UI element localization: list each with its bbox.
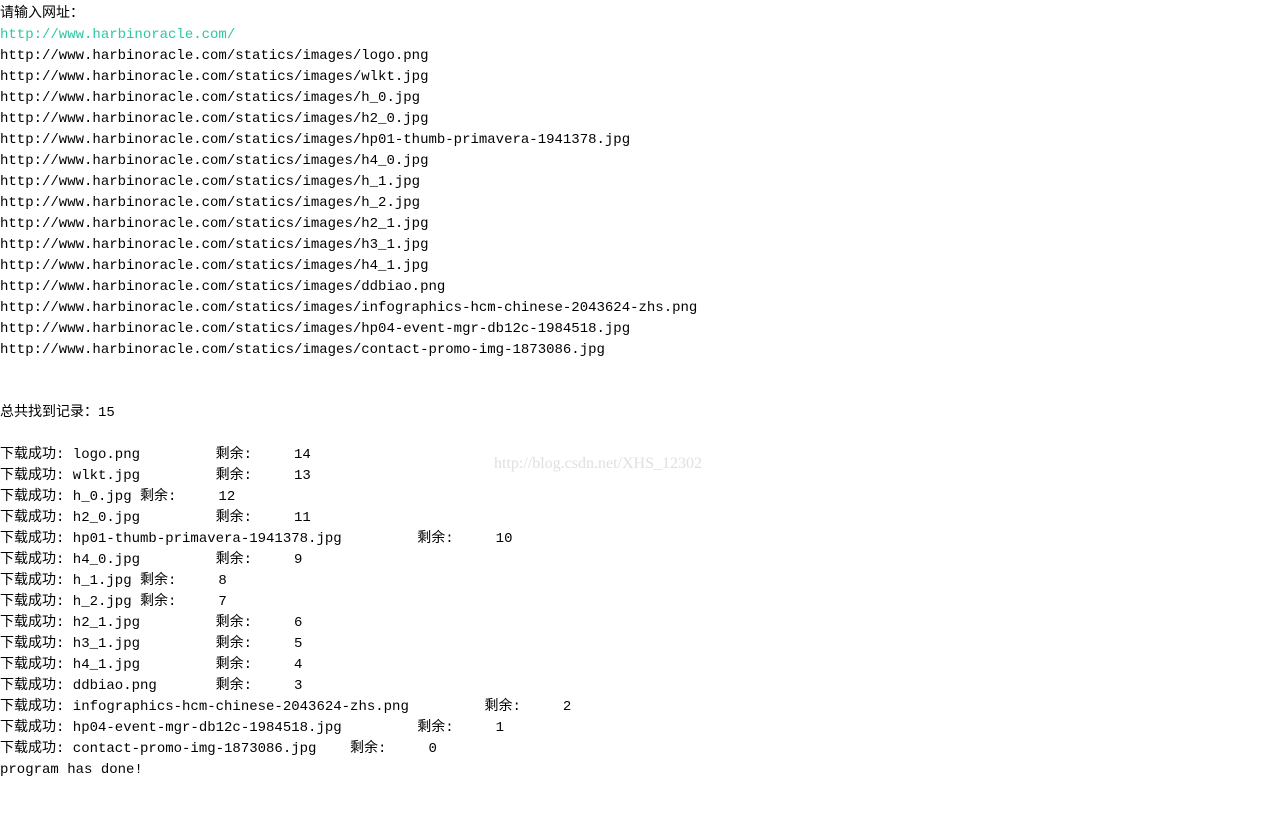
download-status-line: 下载成功: h_2.jpg 剩余: 7 [0, 592, 1263, 613]
download-status-line: 下载成功: h_1.jpg 剩余: 8 [0, 571, 1263, 592]
found-url: http://www.harbinoracle.com/statics/imag… [0, 88, 1263, 109]
total-label: 总共找到记录： [0, 405, 98, 421]
total-records: 总共找到记录：15 [0, 403, 1263, 424]
found-url: http://www.harbinoracle.com/statics/imag… [0, 214, 1263, 235]
found-url: http://www.harbinoracle.com/statics/imag… [0, 172, 1263, 193]
found-url: http://www.harbinoracle.com/statics/imag… [0, 130, 1263, 151]
found-url: http://www.harbinoracle.com/statics/imag… [0, 340, 1263, 361]
found-url: http://www.harbinoracle.com/statics/imag… [0, 277, 1263, 298]
download-status-line: 下载成功: h2_1.jpg 剩余: 6 [0, 613, 1263, 634]
download-status-line: 下载成功: hp01-thumb-primavera-1941378.jpg 剩… [0, 529, 1263, 550]
found-url: http://www.harbinoracle.com/statics/imag… [0, 298, 1263, 319]
download-status-line: 下载成功: wlkt.jpg 剩余: 13 [0, 466, 1263, 487]
download-status-line: 下载成功: contact-promo-img-1873086.jpg 剩余: … [0, 739, 1263, 760]
found-url: http://www.harbinoracle.com/statics/imag… [0, 235, 1263, 256]
download-status-line: 下载成功: hp04-event-mgr-db12c-1984518.jpg 剩… [0, 718, 1263, 739]
entered-url: http://www.harbinoracle.com/ [0, 25, 1263, 46]
download-status-line: 下载成功: h2_0.jpg 剩余: 11 [0, 508, 1263, 529]
download-status-line: 下载成功: ddbiao.png 剩余: 3 [0, 676, 1263, 697]
download-status-line: 下载成功: h_0.jpg 剩余: 12 [0, 487, 1263, 508]
download-status-line: 下载成功: h4_0.jpg 剩余: 9 [0, 550, 1263, 571]
found-url: http://www.harbinoracle.com/statics/imag… [0, 109, 1263, 130]
input-prompt: 请输入网址： [0, 4, 1263, 25]
done-message: program has done! [0, 760, 1263, 781]
found-url: http://www.harbinoracle.com/statics/imag… [0, 256, 1263, 277]
download-status-line: 下载成功: logo.png 剩余: 14 [0, 445, 1263, 466]
download-list: 下载成功: logo.png 剩余: 14下载成功: wlkt.jpg 剩余: … [0, 445, 1263, 760]
found-url: http://www.harbinoracle.com/statics/imag… [0, 46, 1263, 67]
found-url: http://www.harbinoracle.com/statics/imag… [0, 193, 1263, 214]
download-status-line: 下载成功: infographics-hcm-chinese-2043624-z… [0, 697, 1263, 718]
download-status-line: 下载成功: h3_1.jpg 剩余: 5 [0, 634, 1263, 655]
total-count: 15 [98, 405, 115, 421]
url-list: http://www.harbinoracle.com/statics/imag… [0, 46, 1263, 361]
found-url: http://www.harbinoracle.com/statics/imag… [0, 67, 1263, 88]
found-url: http://www.harbinoracle.com/statics/imag… [0, 151, 1263, 172]
found-url: http://www.harbinoracle.com/statics/imag… [0, 319, 1263, 340]
download-status-line: 下载成功: h4_1.jpg 剩余: 4 [0, 655, 1263, 676]
